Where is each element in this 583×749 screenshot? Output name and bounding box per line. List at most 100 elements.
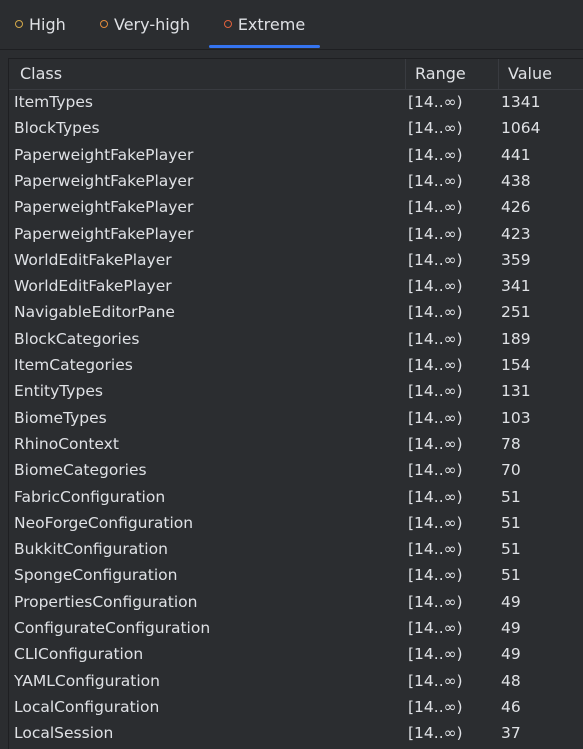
cell-class: SpongeConfiguration (14, 566, 178, 585)
cell-value: 51 (501, 513, 521, 532)
table-row[interactable]: YAMLConfiguration [14..∞) 48 (9, 668, 583, 694)
cell-value: 48 (501, 671, 521, 690)
cell-range: [14..∞) (408, 224, 463, 243)
cell-range: [14..∞) (408, 724, 463, 743)
severity-tabs: High Very-high Extreme (0, 0, 583, 50)
table-row[interactable]: CLIConfiguration [14..∞) 49 (9, 641, 583, 667)
cell-value: 49 (501, 592, 521, 611)
cell-value: 131 (501, 382, 531, 401)
cell-class: BiomeTypes (14, 408, 107, 427)
table-row[interactable]: ConfigurateConfiguration [14..∞) 49 (9, 615, 583, 641)
cell-value: 1064 (501, 119, 541, 138)
circle-icon (100, 20, 108, 28)
cell-value: 423 (501, 224, 531, 243)
cell-range: [14..∞) (408, 356, 463, 374)
tab-divider (0, 49, 583, 50)
cell-value: 70 (501, 461, 521, 480)
cell-value: 103 (501, 408, 531, 427)
cell-range: [14..∞) (408, 461, 463, 480)
cell-value: 51 (501, 487, 521, 506)
table-row[interactable]: WorldEditFakePlayer [14..∞) 341 (9, 273, 583, 299)
cell-class: PaperweightFakePlayer (14, 145, 194, 164)
table-row[interactable]: PaperweightFakePlayer [14..∞) 441 (9, 142, 583, 168)
cell-value: 78 (501, 434, 521, 453)
table-row[interactable]: ItemTypes [14..∞) 1341 (9, 89, 583, 115)
cell-range: [14..∞) (408, 250, 463, 269)
cell-class: NeoForgeConfiguration (14, 513, 194, 532)
table-row[interactable]: WorldEditFakePlayer [14..∞) 359 (9, 247, 583, 273)
table-row[interactable]: FabricConfiguration [14..∞) 51 (9, 484, 583, 510)
cell-value: 46 (501, 697, 521, 716)
cell-range: [14..∞) (408, 171, 463, 190)
table-row[interactable]: BukkitConfiguration [14..∞) 51 (9, 536, 583, 562)
column-header-value[interactable]: Value (498, 59, 583, 89)
cell-class: WorldEditFakePlayer (14, 250, 172, 269)
table-row[interactable]: LocalSession [14..∞) 37 (9, 720, 583, 746)
table-row[interactable]: PropertiesConfiguration [14..∞) 49 (9, 589, 583, 615)
tab-label: High (29, 14, 66, 34)
table-row[interactable]: RhinoContext [14..∞) 78 (9, 431, 583, 457)
cell-class: EntityTypes (14, 382, 103, 401)
cell-class: CLIConfiguration (14, 645, 144, 664)
cell-range: [14..∞) (408, 697, 463, 716)
cell-value: 189 (501, 329, 531, 348)
cell-class: PropertiesConfiguration (14, 592, 198, 611)
table-row[interactable]: ItemCategories [14..∞) 154 (9, 352, 583, 378)
cell-value: 51 (501, 566, 521, 585)
cell-value: 51 (501, 540, 521, 559)
table-row[interactable]: NavigableEditorPane [14..∞) 251 (9, 299, 583, 325)
cell-range: [14..∞) (408, 645, 463, 664)
cell-class: PaperweightFakePlayer (14, 198, 194, 217)
cell-range: [14..∞) (408, 145, 463, 164)
table-row[interactable]: NeoForgeConfiguration [14..∞) 51 (9, 510, 583, 536)
column-header-class[interactable]: Class (9, 59, 405, 89)
cell-class: ItemTypes (14, 93, 93, 111)
cell-class: BlockCategories (14, 329, 140, 348)
table-row[interactable]: EntityTypes [14..∞) 131 (9, 378, 583, 404)
cell-value: 154 (501, 356, 531, 374)
cell-class: NavigableEditorPane (14, 303, 175, 322)
cell-class: PaperweightFakePlayer (14, 224, 194, 243)
cell-range: [14..∞) (408, 671, 463, 690)
cell-class: LocalConfiguration (14, 697, 160, 716)
table-row[interactable]: BiomeCategories [14..∞) 70 (9, 457, 583, 483)
cell-class: WorldEditFakePlayer (14, 277, 172, 296)
cell-range: [14..∞) (408, 513, 463, 532)
cell-class: YAMLConfiguration (14, 671, 160, 690)
cell-range: [14..∞) (408, 619, 463, 637)
cell-value: 37 (501, 724, 521, 743)
table-row[interactable]: LocalConfiguration [14..∞) 46 (9, 694, 583, 720)
tab-label: Very-high (114, 14, 190, 34)
cell-value: 251 (501, 303, 531, 322)
cell-range: [14..∞) (408, 93, 463, 111)
cell-range: [14..∞) (408, 198, 463, 217)
cell-class: ItemCategories (14, 356, 133, 374)
table-row[interactable]: BlockTypes [14..∞) 1064 (9, 115, 583, 141)
column-header-range[interactable]: Range (405, 59, 498, 89)
cell-range: [14..∞) (408, 119, 463, 138)
cell-range: [14..∞) (408, 303, 463, 322)
cell-value: 341 (501, 277, 531, 296)
table-row[interactable]: BiomeTypes [14..∞) 103 (9, 405, 583, 431)
cell-range: [14..∞) (408, 382, 463, 401)
cell-class: LocalSession (14, 724, 114, 743)
cell-value: 426 (501, 198, 531, 217)
cell-range: [14..∞) (408, 487, 463, 506)
cell-value: 441 (501, 145, 531, 164)
tab-high[interactable]: High (15, 0, 66, 48)
cell-value: 1341 (501, 93, 541, 111)
cell-class: FabricConfiguration (14, 487, 166, 506)
tab-extreme[interactable]: Extreme (209, 0, 320, 48)
cell-class: BiomeCategories (14, 461, 147, 480)
tab-label: Extreme (237, 14, 306, 34)
cell-range: [14..∞) (408, 277, 463, 296)
cell-class: PaperweightFakePlayer (14, 171, 194, 190)
table-row[interactable]: PaperweightFakePlayer [14..∞) 438 (9, 168, 583, 194)
table-row[interactable]: PaperweightFakePlayer [14..∞) 423 (9, 221, 583, 247)
table-row[interactable]: SpongeConfiguration [14..∞) 51 (9, 562, 583, 588)
cell-value: 359 (501, 250, 531, 269)
table-row[interactable]: BlockCategories [14..∞) 189 (9, 326, 583, 352)
table-row[interactable]: PaperweightFakePlayer [14..∞) 426 (9, 194, 583, 220)
cell-value: 49 (501, 619, 521, 637)
tab-very-high[interactable]: Very-high (100, 0, 190, 48)
